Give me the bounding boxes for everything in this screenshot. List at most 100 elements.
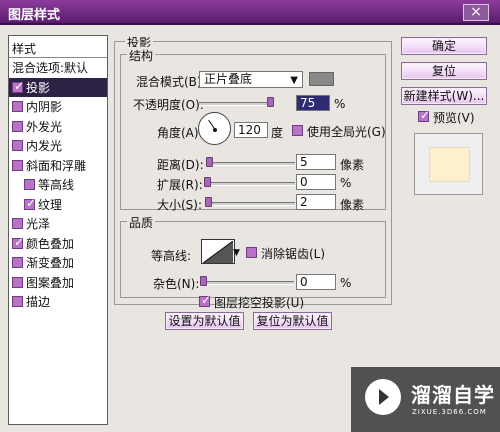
- drop-shadow-group: 投影 结构 混合模式(B): 正片叠底 ▼ 不透明度(O): 75 % 角度(A…: [114, 34, 392, 305]
- global-light-label: 使用全局光(G): [307, 125, 386, 139]
- size-input[interactable]: 2: [296, 194, 336, 210]
- quality-title: 品质: [127, 214, 156, 231]
- anti-alias-label: 消除锯齿(L): [261, 247, 326, 261]
- style-checkbox[interactable]: [24, 179, 35, 191]
- layer-style-dialog: 图层样式 × 样式 混合选项:默认投影内阴影外发光内发光斜面和浮雕等高线纹理光泽…: [0, 0, 500, 432]
- size-unit: 像素: [340, 198, 365, 212]
- watermark-main-text: 溜溜自学: [411, 383, 495, 407]
- style-list-item[interactable]: 描边: [9, 292, 107, 312]
- opacity-input[interactable]: 75: [296, 95, 330, 111]
- structure-group: 结构 混合模式(B): 正片叠底 ▼ 不透明度(O): 75 % 角度(A): …: [120, 47, 386, 212]
- distance-unit: 像素: [340, 158, 365, 172]
- style-checkbox[interactable]: [12, 276, 23, 288]
- distance-slider-thumb[interactable]: [206, 157, 213, 167]
- layer-knockout-checkbox[interactable]: [199, 293, 211, 307]
- angle-input[interactable]: 120: [234, 122, 268, 138]
- distance-input[interactable]: 5: [296, 154, 336, 170]
- anti-alias-checkbox[interactable]: [246, 247, 257, 258]
- opacity-slider-track[interactable]: [199, 102, 273, 106]
- spread-slider-track[interactable]: [206, 182, 295, 186]
- style-list-item[interactable]: 等高线: [9, 175, 107, 195]
- spread-label: 扩展(R):: [157, 178, 203, 192]
- style-list-item[interactable]: 混合选项:默认: [9, 58, 107, 78]
- style-list-item[interactable]: 斜面和浮雕: [9, 156, 107, 176]
- layer-knockout-label: 图层挖空投影(U): [214, 296, 305, 310]
- new-style-button[interactable]: 新建样式(W)...: [401, 87, 487, 105]
- title-bar: 图层样式 ×: [0, 0, 500, 25]
- style-list-header: 样式: [9, 36, 107, 58]
- style-list-item[interactable]: 颜色叠加: [9, 234, 107, 254]
- style-checkbox[interactable]: [24, 196, 36, 210]
- style-list-item[interactable]: 内阴影: [9, 97, 107, 117]
- spread-input[interactable]: 0: [296, 174, 336, 190]
- noise-percent: %: [340, 276, 352, 290]
- noise-input[interactable]: 0: [296, 274, 336, 290]
- style-list-item-label: 光泽: [26, 217, 51, 232]
- global-light-checkbox[interactable]: [292, 125, 303, 136]
- style-checkbox[interactable]: [12, 120, 23, 132]
- contour-dropdown-icon[interactable]: ▼: [233, 248, 240, 258]
- watermark: 溜溜自学 ZIXUE.3D66.COM: [351, 367, 500, 432]
- style-checkbox[interactable]: [12, 101, 23, 113]
- style-list-item-label: 外发光: [26, 119, 63, 134]
- shadow-color-swatch[interactable]: [309, 72, 334, 86]
- style-list-item[interactable]: 图案叠加: [9, 273, 107, 293]
- style-list-item-label: 斜面和浮雕: [26, 158, 87, 173]
- contour-picker[interactable]: ▼: [201, 239, 240, 264]
- opacity-slider-thumb[interactable]: [267, 97, 274, 107]
- chevron-down-icon: ▼: [290, 75, 298, 86]
- close-button[interactable]: ×: [463, 4, 489, 21]
- spread-percent: %: [340, 176, 352, 190]
- preview-swatch: [429, 147, 470, 182]
- preview-checkbox[interactable]: [418, 108, 430, 122]
- style-list-item-label: 内发光: [26, 139, 63, 154]
- blend-mode-label: 混合模式(B):: [136, 75, 206, 89]
- style-checkbox[interactable]: [12, 218, 23, 230]
- spread-slider-thumb[interactable]: [204, 177, 211, 187]
- make-default-button[interactable]: 设置为默认值: [165, 312, 244, 330]
- style-list-item[interactable]: 纹理: [9, 195, 107, 215]
- style-checkbox[interactable]: [12, 235, 24, 249]
- style-checkbox[interactable]: [12, 296, 23, 308]
- distance-slider-track[interactable]: [206, 162, 295, 166]
- distance-label: 距离(D):: [157, 158, 204, 172]
- style-list-item[interactable]: 内发光: [9, 136, 107, 156]
- style-list-item-label: 等高线: [38, 178, 75, 193]
- style-list-item-label: 混合选项:默认: [12, 61, 89, 76]
- noise-slider-track[interactable]: [201, 281, 294, 285]
- style-list-item[interactable]: 外发光: [9, 117, 107, 137]
- style-list-item-label: 纹理: [38, 197, 63, 212]
- ok-button[interactable]: 确定: [401, 37, 487, 55]
- size-slider-thumb[interactable]: [205, 197, 212, 207]
- play-logo-icon: [365, 379, 401, 415]
- angle-dial[interactable]: [198, 112, 231, 145]
- style-list-item-label: 投影: [26, 80, 51, 95]
- reset-default-button[interactable]: 复位为默认值: [253, 312, 332, 330]
- style-list-item[interactable]: 投影: [9, 77, 107, 97]
- style-list-item-label: 内阴影: [26, 100, 63, 115]
- style-list-item-label: 描边: [26, 295, 51, 310]
- size-slider-track[interactable]: [206, 202, 295, 206]
- contour-label: 等高线:: [151, 249, 192, 263]
- style-checkbox[interactable]: [12, 79, 24, 93]
- degree-unit: 度: [271, 126, 284, 140]
- style-list-item[interactable]: 渐变叠加: [9, 253, 107, 273]
- noise-slider-thumb[interactable]: [200, 276, 207, 286]
- preview-label: 预览(V): [433, 111, 475, 125]
- reset-button[interactable]: 复位: [401, 62, 487, 80]
- blend-mode-value: 正片叠底: [204, 72, 253, 86]
- style-list-item-label: 颜色叠加: [26, 236, 75, 251]
- noise-label: 杂色(N):: [153, 277, 200, 291]
- structure-title: 结构: [127, 47, 156, 64]
- window-title: 图层样式: [8, 8, 61, 23]
- size-label: 大小(S):: [157, 198, 203, 212]
- angle-center-dot: [213, 128, 217, 132]
- style-checkbox[interactable]: [12, 140, 23, 152]
- style-list-item[interactable]: 光泽: [9, 214, 107, 234]
- style-list-item-label: 图案叠加: [26, 275, 75, 290]
- blend-mode-dropdown[interactable]: 正片叠底 ▼: [199, 71, 303, 88]
- opacity-percent: %: [334, 97, 346, 111]
- watermark-url-text: ZIXUE.3D66.COM: [412, 408, 487, 416]
- style-checkbox[interactable]: [12, 159, 23, 171]
- style-checkbox[interactable]: [12, 257, 23, 269]
